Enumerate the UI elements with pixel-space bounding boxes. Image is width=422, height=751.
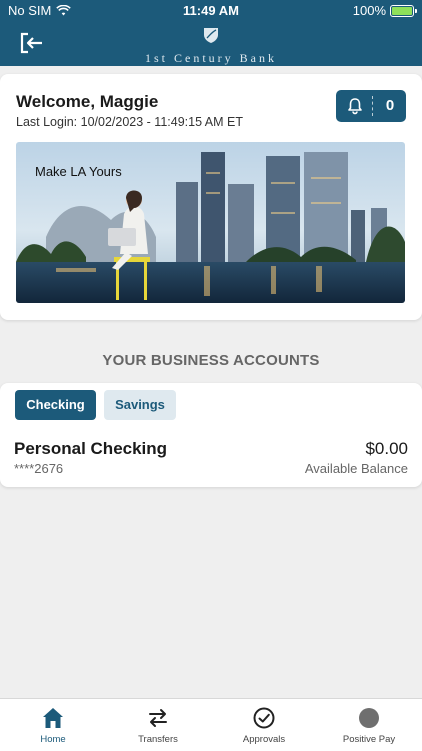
promo-banner[interactable]: Make LA Yours <box>16 142 405 303</box>
tab-approvals[interactable]: Approvals <box>214 706 314 745</box>
tab-home[interactable]: Home <box>3 706 103 745</box>
account-balance-label: Available Balance <box>304 461 408 476</box>
approvals-icon <box>253 707 275 729</box>
welcome-card: Welcome, Maggie Last Login: 10/02/2023 -… <box>0 74 422 320</box>
battery-percent: 100% <box>352 3 386 18</box>
status-bar: No SIM 11:49 AM 100% <box>0 0 422 22</box>
account-balance: $0.00 <box>365 439 408 458</box>
bottom-tab-bar: Home Transfers Approvals Positive Pay <box>0 698 422 751</box>
home-icon <box>43 708 63 728</box>
tab-savings[interactable]: Savings <box>104 390 176 420</box>
banner-caption: Make LA Yours <box>35 164 122 179</box>
tab-approvals-label: Approvals <box>242 734 286 745</box>
bell-icon <box>348 98 362 115</box>
tab-positive-pay-label: Positive Pay <box>342 734 396 745</box>
positive-pay-icon <box>359 708 379 728</box>
welcome-title: Welcome, Maggie <box>16 92 159 111</box>
notification-count: 0 <box>385 97 395 114</box>
account-number: ****2676 <box>14 461 64 476</box>
battery-icon <box>390 4 417 17</box>
transfers-icon <box>149 709 167 727</box>
notifications-divider <box>372 96 373 116</box>
battery-group: 100% <box>352 3 417 18</box>
tab-transfers-label: Transfers <box>138 734 178 745</box>
last-login: Last Login: 10/02/2023 - 11:49:15 AM ET <box>16 115 244 129</box>
app-header: 1st Century Bank <box>0 22 422 66</box>
shield-icon <box>204 28 218 43</box>
tab-home-label: Home <box>40 734 66 745</box>
accounts-section-title: YOUR BUSINESS ACCOUNTS <box>102 352 320 369</box>
account-name: Personal Checking <box>14 439 168 458</box>
tab-checking[interactable]: Checking <box>15 390 96 420</box>
tab-transfers[interactable]: Transfers <box>108 706 208 745</box>
accounts-card: Checking Savings Personal Checking ****2… <box>0 383 422 487</box>
bank-name: 1st Century Bank <box>145 51 277 65</box>
notifications-button[interactable]: 0 <box>336 90 406 122</box>
tab-positive-pay[interactable]: Positive Pay <box>319 706 419 745</box>
bank-logo: 1st Century Bank <box>0 26 422 66</box>
